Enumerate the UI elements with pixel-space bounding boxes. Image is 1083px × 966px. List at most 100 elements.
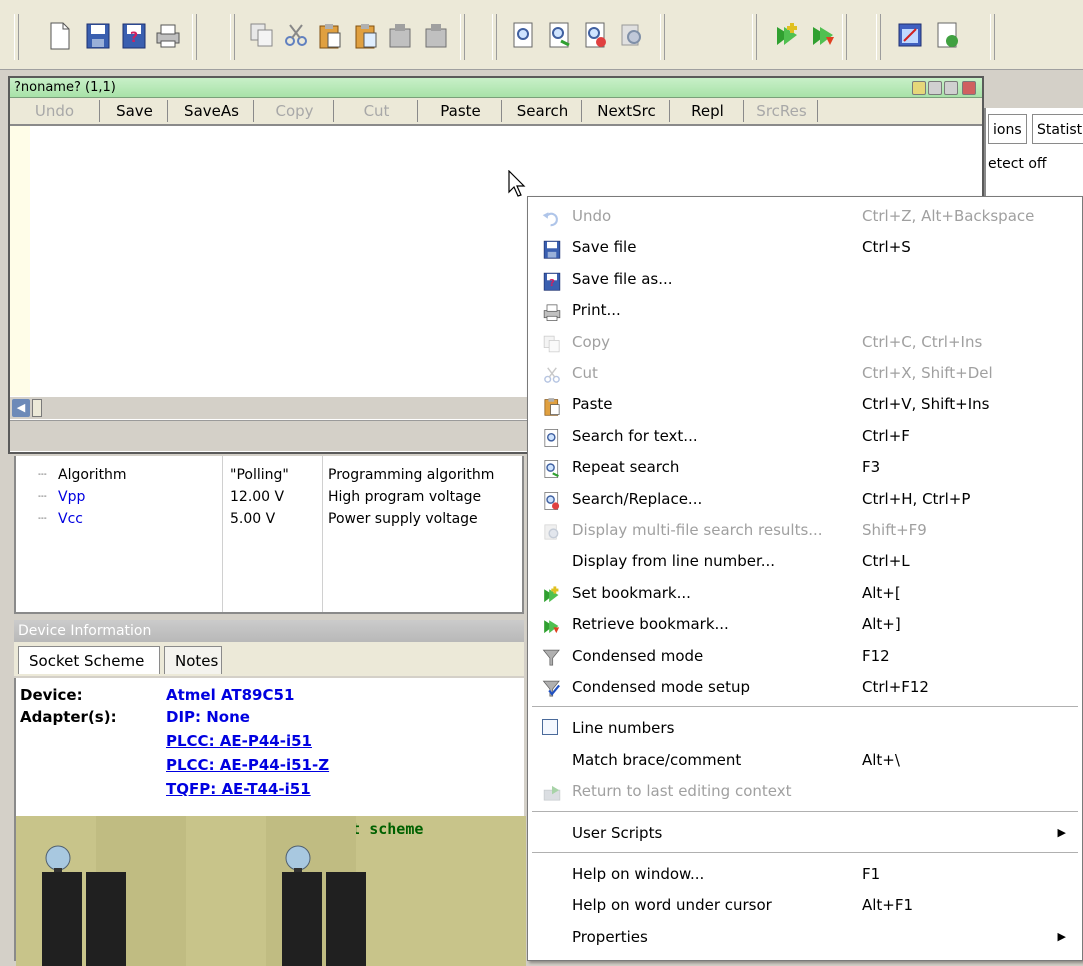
edit-window-icon[interactable] [894, 18, 926, 52]
save-button[interactable]: Save [102, 100, 168, 122]
property-row[interactable]: ┄ Vcc 5.00 V Power supply voltage [16, 508, 516, 530]
set-bookmark-icon [542, 584, 562, 602]
search-button[interactable]: Search [504, 100, 582, 122]
menu-item-shortcut: F12 [862, 646, 890, 665]
menu-item-shortcut: F1 [862, 865, 881, 883]
menu-item-save-file-as[interactable]: ? Save file as... [528, 263, 1083, 295]
menu-item-search-replace[interactable]: Search/Replace... Ctrl+H, Ctrl+P [528, 483, 1083, 515]
adapter-link[interactable]: PLCC: AE-P44-i51-Z [166, 756, 329, 774]
tree-connector: ┄ [38, 511, 47, 527]
menu-item-retrieve-bookmark[interactable]: Retrieve bookmark... Alt+] [528, 608, 1083, 640]
menu-item-set-bookmark[interactable]: Set bookmark... Alt+[ [528, 577, 1083, 609]
settings-icon[interactable] [932, 18, 964, 52]
menu-item-user-scripts[interactable]: User Scripts ▶ [528, 817, 1083, 849]
paste-icon[interactable] [314, 18, 346, 52]
menu-item-copy[interactable]: Copy Ctrl+C, Ctrl+Ins [528, 326, 1083, 358]
tab-options[interactable]: ions [988, 114, 1027, 144]
repeat-search-icon[interactable] [544, 18, 576, 52]
menu-item-label: Cut [572, 364, 598, 382]
tool-icon-2[interactable] [420, 18, 452, 52]
menu-item-label: Help on word under cursor [572, 896, 772, 915]
saveas-button[interactable]: SaveAs [170, 100, 254, 122]
menu-item-match-brace-comment[interactable]: Match brace/comment Alt+\ [528, 744, 1083, 776]
paste-special-icon[interactable] [350, 18, 382, 52]
menu-item-undo[interactable]: Undo Ctrl+Z, Alt+Backspace [528, 200, 1083, 232]
scroll-left-icon[interactable]: ◀ [12, 399, 30, 417]
menu-item-label: Properties [572, 927, 648, 946]
menu-item-shortcut: Alt+] [862, 615, 901, 634]
menu-separator [532, 810, 1078, 812]
device-info-title: Device Information [14, 620, 524, 642]
checkbox-icon[interactable] [542, 719, 558, 736]
menu-item-condensed-mode[interactable]: Condensed mode F12 [528, 640, 1083, 672]
srcres-button[interactable]: SrcRes [746, 100, 818, 122]
return-context-icon [542, 782, 562, 801]
menu-item-print[interactable]: Print... [528, 294, 1083, 326]
minimize-icon[interactable] [928, 81, 942, 95]
toolbar-grip[interactable] [752, 14, 757, 60]
menu-item-repeat-search[interactable]: Repeat search F3 [528, 451, 1083, 483]
maximize-icon[interactable] [944, 81, 958, 95]
print-icon[interactable] [152, 18, 184, 52]
menu-item-display-from-line-number[interactable]: Display from line number... Ctrl+L [528, 545, 1083, 577]
help-icon[interactable] [912, 81, 926, 95]
adapter-link[interactable]: TQFP: AE-T44-i51 [166, 780, 311, 798]
repl-button[interactable]: Repl [672, 100, 744, 122]
tab-statistics[interactable]: Statist [1032, 114, 1083, 144]
property-value[interactable]: 12.00 V [230, 486, 284, 508]
search-icon[interactable] [508, 18, 540, 52]
multi-search-icon[interactable] [616, 18, 648, 52]
tab-notes[interactable]: Notes [164, 646, 222, 674]
search-replace-icon[interactable] [580, 18, 612, 52]
adapters-label: Adapter(s): [20, 708, 117, 726]
cut-icon [542, 364, 562, 383]
menu-item-line-numbers[interactable]: Line numbers [528, 712, 1083, 744]
menu-item-return-to-last-editing-context[interactable]: Return to last editing context [528, 775, 1083, 807]
save-as-icon[interactable]: ? [118, 18, 150, 52]
save-icon[interactable] [82, 18, 114, 52]
menu-item-label: Save file [572, 238, 637, 257]
menu-item-save-file[interactable]: Save file Ctrl+S [528, 231, 1083, 263]
toolbar-grip[interactable] [876, 14, 881, 60]
menu-item-shortcut: Ctrl+C, Ctrl+Ins [862, 332, 983, 351]
menu-item-properties[interactable]: Properties ▶ [528, 921, 1083, 953]
device-info-body: Device: Atmel AT89C51 Adapter(s): DIP: N… [14, 678, 526, 966]
cut-icon[interactable] [280, 18, 312, 52]
set-bookmark-icon[interactable] [772, 18, 804, 52]
mouse-cursor-icon [508, 170, 526, 197]
menu-item-display-multi-file-search-results[interactable]: Display multi-file search results... Shif… [528, 514, 1083, 546]
property-value[interactable]: 5.00 V [230, 508, 275, 530]
scroll-thumb[interactable] [32, 399, 42, 417]
cut-button[interactable]: Cut [336, 100, 418, 122]
tab-socket-scheme[interactable]: Socket Scheme [18, 646, 160, 674]
property-row[interactable]: ┄ Algorithm "Polling" Programming algorithm [16, 464, 516, 486]
paste-icon [542, 395, 562, 417]
property-row[interactable]: ┄ Vpp 12.00 V High program voltage [16, 486, 516, 508]
toolbar-grip[interactable] [14, 14, 19, 60]
menu-item-label: User Scripts [572, 823, 663, 842]
menu-item-cut[interactable]: Cut Ctrl+X, Shift+Del [528, 357, 1083, 389]
copy-icon[interactable] [246, 18, 278, 52]
property-description: Programming algorithm [328, 467, 495, 483]
svg-text:?: ? [549, 278, 555, 289]
toolbar-grip[interactable] [492, 14, 497, 60]
tool-icon-1[interactable] [384, 18, 416, 52]
menu-item-condensed-mode-setup[interactable]: Condensed mode setup Ctrl+F12 [528, 671, 1083, 703]
menu-item-search-for-text[interactable]: Search for text... Ctrl+F [528, 420, 1083, 452]
menu-item-help-on-window[interactable]: Help on window... F1 [528, 858, 1083, 890]
toolbar-grip[interactable] [230, 14, 235, 60]
copy-button[interactable]: Copy [256, 100, 334, 122]
undo-button[interactable]: Undo [10, 100, 100, 122]
retrieve-bookmark-icon[interactable] [808, 18, 840, 52]
new-file-icon[interactable] [44, 18, 76, 52]
close-icon[interactable] [962, 81, 976, 95]
menu-item-help-on-word-under-cursor[interactable]: Help on word under cursor Alt+F1 [528, 889, 1083, 921]
nextsrc-button[interactable]: NextSrc [584, 100, 670, 122]
menu-item-shortcut: Ctrl+H, Ctrl+P [862, 489, 971, 508]
paste-button[interactable]: Paste [420, 100, 502, 122]
menu-item-shortcut: Ctrl+X, Shift+Del [862, 364, 993, 382]
property-value[interactable]: "Polling" [230, 464, 289, 486]
adapter-link[interactable]: PLCC: AE-P44-i51 [166, 732, 312, 750]
menu-item-paste[interactable]: Paste Ctrl+V, Shift+Ins [528, 388, 1083, 420]
menu-item-shortcut: Ctrl+S [862, 238, 911, 257]
